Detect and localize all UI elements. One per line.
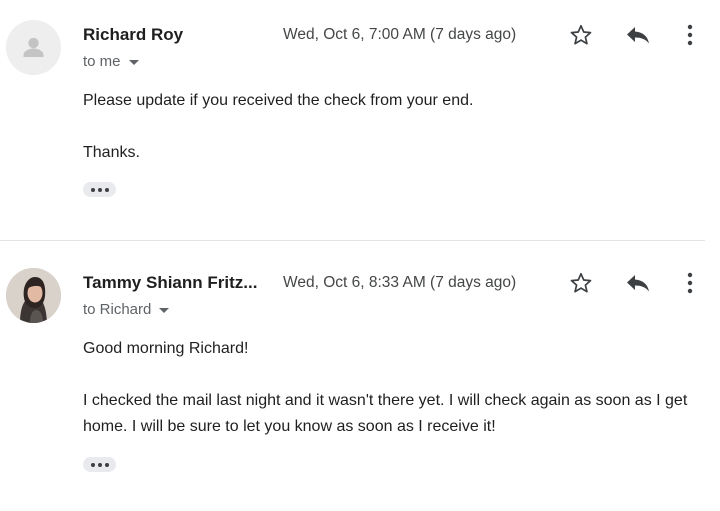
star-outline-icon [570,24,592,45]
reply-button[interactable] [624,270,652,296]
ellipsis-dot [90,462,95,467]
recipient-details[interactable]: to me [83,53,139,70]
star-button[interactable] [568,22,594,48]
recipient-label: to me [83,53,121,70]
message-body-line: Thanks. [83,144,140,161]
ellipsis-dot [97,462,102,467]
recipient-details[interactable]: to Richard [83,301,170,318]
message-date: Wed, Oct 6, 7:00 AM (7 days ago) [283,26,517,43]
email-message: Richard Roy Wed, Oct 6, 7:00 AM (7 days … [0,0,720,240]
recipient-label: to Richard [83,301,152,318]
ellipsis-dot [97,187,102,192]
sender-avatar[interactable] [6,268,61,323]
more-vertical-icon [687,272,693,294]
show-trimmed-content-button[interactable] [83,457,116,472]
star-button[interactable] [568,270,594,296]
reply-icon [627,27,649,44]
message-divider [0,240,705,241]
sender-name[interactable]: Richard Roy [83,25,183,45]
show-trimmed-content-button[interactable] [83,182,116,197]
profile-photo [6,268,61,323]
email-message: Tammy Shiann Fritz... Wed, Oct 6, 8:33 A… [0,248,720,511]
person-placeholder-icon [6,20,61,75]
message-body-line: Good morning Richard! [83,340,249,357]
reply-button[interactable] [624,22,652,48]
more-options-button[interactable] [680,22,700,48]
sender-avatar[interactable] [6,20,61,75]
more-options-button[interactable] [680,270,700,296]
ellipsis-dot [90,187,95,192]
ellipsis-dot [104,187,109,192]
sender-name[interactable]: Tammy Shiann Fritz... [83,273,257,293]
message-date: Wed, Oct 6, 8:33 AM (7 days ago) [283,274,517,291]
more-vertical-icon [687,24,693,46]
reply-icon [627,275,649,292]
message-body-line: I checked the mail last night and it was… [83,392,688,435]
chevron-down-icon [159,308,170,313]
star-outline-icon [570,272,592,293]
chevron-down-icon [128,60,139,65]
ellipsis-dot [104,462,109,467]
message-body-line: Please update if you received the check … [83,92,474,109]
